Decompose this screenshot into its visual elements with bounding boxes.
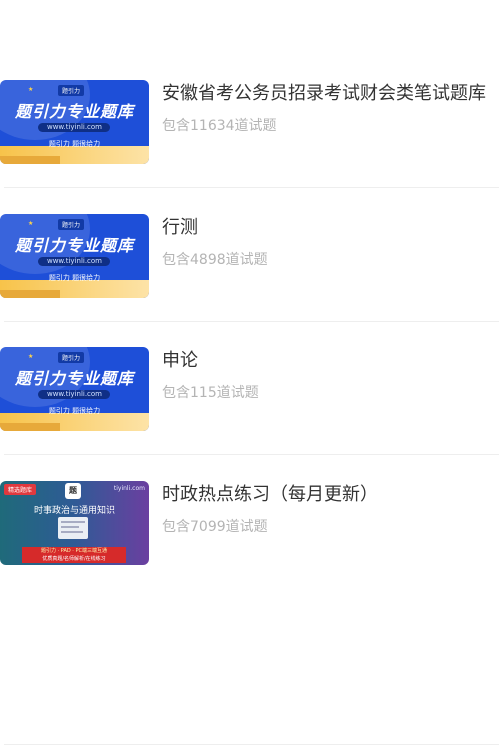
thumbnail-url: www.tiyinli.com	[46, 390, 103, 398]
divider	[4, 454, 499, 455]
list-item[interactable]: ★ 题引力 题引力专业题库 www.tiyinli.com 题引力 题很给力 安…	[0, 80, 499, 164]
thumbnail-url: www.tiyinli.com	[46, 257, 103, 265]
promo-line-1: 题引力 · PAD · PC端三端互通	[40, 548, 107, 554]
thumbnail-tagline: 题引力 题很给力	[48, 274, 101, 282]
promo-line-2: 优质真题/名师解析/在线练习	[42, 556, 106, 562]
thumbnail-site: tiyinli.com	[113, 485, 145, 492]
thumbnail-footer-accent	[0, 156, 60, 164]
star-icon: ★	[28, 86, 34, 93]
thumbnail-url: www.tiyinli.com	[46, 123, 103, 131]
thumbnail-headline: 题引力专业题库	[14, 236, 134, 255]
brand-logo: 题引力	[58, 219, 85, 230]
star-icon: ★	[28, 220, 34, 227]
list-item[interactable]: 精选题库 题 tiyinli.com 时事政治与通用知识 题引力 · PAD ·…	[0, 481, 499, 565]
thumbnail-footer-accent	[0, 290, 60, 298]
thumbnail-tagline: 题引力 题很给力	[48, 407, 101, 415]
course-thumbnail[interactable]: ★ 题引力 题引力专业题库 www.tiyinli.com 题引力 题很给力	[0, 214, 149, 298]
featured-badge: 精选题库	[4, 484, 37, 495]
divider	[4, 321, 499, 322]
thumbnail-headline: 时事政治与通用知识	[33, 506, 115, 516]
divider	[4, 187, 499, 188]
thumbnail-headline: 题引力专业题库	[14, 102, 134, 121]
item-title[interactable]: 时政热点练习（每月更新）	[162, 483, 378, 507]
list-item[interactable]: ★ 题引力 题引力专业题库 www.tiyinli.com 题引力 题很给力 申…	[0, 347, 499, 431]
item-question-count: 包含4898道试题	[162, 252, 268, 268]
item-title[interactable]: 行测	[162, 216, 198, 240]
thumbnail-footer-accent	[0, 423, 60, 431]
app-window-illustration	[58, 517, 88, 539]
course-thumbnail[interactable]: ★ 题引力 题引力专业题库 www.tiyinli.com 题引力 题很给力	[0, 80, 149, 164]
brand-logo: 题引力	[58, 85, 85, 96]
divider	[4, 744, 499, 745]
thumbnail-headline: 题引力专业题库	[14, 369, 134, 388]
course-thumbnail[interactable]: 精选题库 题 tiyinli.com 时事政治与通用知识 题引力 · PAD ·…	[0, 481, 149, 565]
star-icon: ★	[28, 353, 34, 360]
thumbnail-tagline: 题引力 题很给力	[48, 140, 101, 148]
list-item[interactable]: ★ 题引力 题引力专业题库 www.tiyinli.com 题引力 题很给力 行…	[0, 214, 499, 298]
item-question-count: 包含115道试题	[162, 385, 259, 401]
item-question-count: 包含7099道试题	[162, 519, 268, 535]
brand-logo: 题	[65, 483, 81, 499]
item-title[interactable]: 申论	[162, 349, 198, 373]
course-thumbnail[interactable]: ★ 题引力 题引力专业题库 www.tiyinli.com 题引力 题很给力	[0, 347, 149, 431]
item-question-count: 包含11634道试题	[162, 118, 277, 134]
brand-logo: 题引力	[58, 352, 85, 363]
item-title[interactable]: 安徽省考公务员招录考试财会类笔试题库	[162, 82, 486, 106]
